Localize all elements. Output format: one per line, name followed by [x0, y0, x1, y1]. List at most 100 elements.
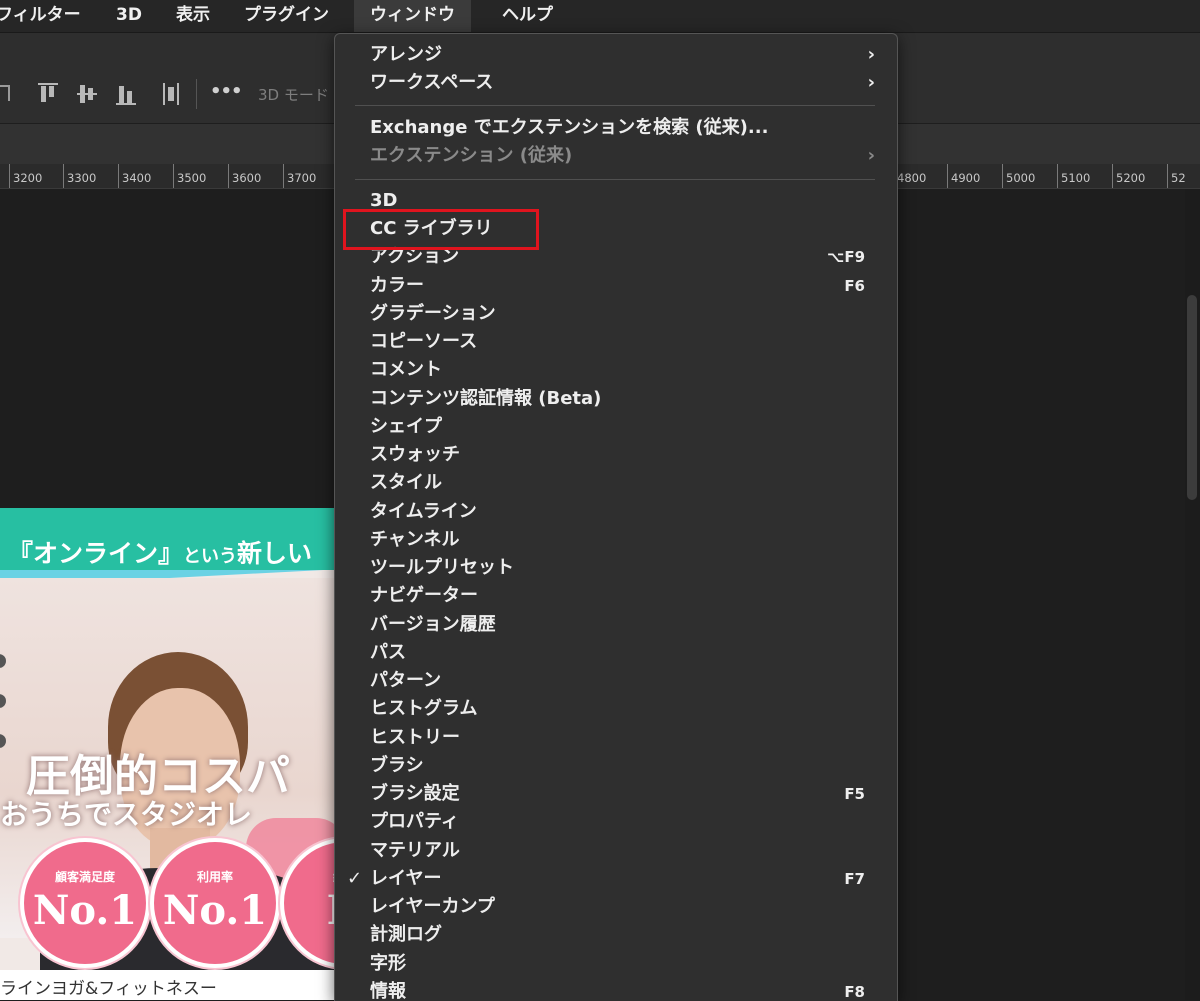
ruler-tick: 3700: [283, 164, 316, 188]
align-top-edges-icon[interactable]: [38, 83, 58, 105]
menu-item-brushes[interactable]: ブラシ: [335, 752, 897, 780]
slider-dot: [0, 694, 6, 708]
menu-item-histogram[interactable]: ヒストグラム: [335, 695, 897, 723]
ruler-tick: 3300: [63, 164, 96, 188]
banner-text: 『オンライン』という新しい: [8, 534, 312, 570]
banner-end: 新しい: [237, 539, 313, 568]
ruler-tick: 3400: [118, 164, 151, 188]
align-vertical-centers-icon[interactable]: [77, 83, 97, 105]
menu-item-layers[interactable]: ✓ レイヤー F7: [335, 865, 897, 893]
menu-item-exchange[interactable]: Exchange でエクステンションを検索 (従来)...: [335, 114, 897, 142]
menu-view[interactable]: 表示: [176, 0, 210, 32]
document-canvas: 『オンライン』という新しい 圧倒的コスパ おうちでスタジオレ 顧客満足度 No.…: [0, 508, 340, 1000]
chevron-right-icon: ›: [867, 72, 875, 93]
menu-item-label: 計測ログ: [370, 924, 442, 945]
ruler-tick: 5200: [1112, 164, 1145, 188]
menu-item-shortcut: F6: [844, 277, 865, 295]
menu-item-label: ブラシ設定: [370, 783, 460, 804]
chevron-right-icon: ›: [867, 44, 875, 65]
menu-item-version-history[interactable]: バージョン履歴: [335, 611, 897, 639]
menu-window[interactable]: ウィンドウ: [354, 0, 471, 32]
checkmark-icon: ✓: [347, 868, 363, 889]
align-left-icon[interactable]: [0, 85, 10, 101]
menu-item-label: パス: [370, 642, 406, 663]
menu-item-label: チャンネル: [370, 529, 460, 550]
menu-help[interactable]: ヘルプ: [502, 0, 553, 32]
menu-item-label: ツールプリセット: [370, 557, 514, 578]
menu-item-info[interactable]: 情報 F8: [335, 978, 897, 1001]
menu-item-content-credentials[interactable]: コンテンツ認証情報 (Beta): [335, 385, 897, 413]
headline-secondary: おうちでスタジオレ: [0, 798, 253, 831]
distribute-icon[interactable]: [163, 83, 181, 105]
menu-item-label: アレンジ: [370, 44, 442, 65]
menu-item-clone-source[interactable]: コピーソース: [335, 328, 897, 356]
menu-item-styles[interactable]: スタイル: [335, 469, 897, 497]
menu-item-tool-presets[interactable]: ツールプリセット: [335, 554, 897, 582]
menu-item-label: コメント: [370, 359, 442, 380]
menu-item-patterns[interactable]: パターン: [335, 667, 897, 695]
badge-usage: 利用率 No.1: [150, 838, 280, 968]
menu-item-label: マテリアル: [370, 840, 460, 861]
more-options-icon[interactable]: •••: [210, 81, 243, 102]
ruler-tick: 5100: [1057, 164, 1090, 188]
menu-item-label: スウォッチ: [370, 444, 460, 465]
footer-text: ラインヨガ&フィットネスー: [0, 979, 217, 999]
document-footer: ラインヨガ&フィットネスー: [0, 970, 340, 1000]
chevron-right-icon: ›: [867, 145, 875, 166]
menu-item-channels[interactable]: チャンネル: [335, 526, 897, 554]
menu-item-paths[interactable]: パス: [335, 639, 897, 667]
menu-item-swatches[interactable]: スウォッチ: [335, 441, 897, 469]
ruler-tick: 3500: [173, 164, 206, 188]
menu-separator: [355, 179, 875, 180]
slider-dot: [0, 654, 6, 668]
badge-label: 顧客満足度: [54, 870, 115, 884]
menu-item-properties[interactable]: プロパティ: [335, 808, 897, 836]
window-menu-dropdown: アレンジ › ワークスペース › Exchange でエクステンションを検索 (…: [334, 33, 898, 1001]
menu-item-label: エクステンション (従来): [370, 145, 573, 166]
menu-item-layer-comps[interactable]: レイヤーカンプ: [335, 893, 897, 921]
menu-item-extensions: エクステンション (従来) ›: [335, 142, 897, 170]
vertical-scrollbar-thumb[interactable]: [1187, 295, 1197, 500]
menu-item-label: ナビゲーター: [370, 585, 478, 606]
menu-item-workspace[interactable]: ワークスペース ›: [335, 69, 897, 97]
banner-small: という: [183, 546, 238, 567]
toolbar-divider: [196, 79, 197, 109]
menu-item-comments[interactable]: コメント: [335, 356, 897, 384]
menu-item-materials[interactable]: マテリアル: [335, 837, 897, 865]
badge-value: No.1: [32, 887, 138, 934]
menu-item-label: レイヤー: [370, 868, 442, 889]
ruler-tick: 52: [1167, 164, 1186, 188]
align-bottom-edges-icon[interactable]: [116, 83, 136, 105]
ruler-tick: 5000: [1002, 164, 1035, 188]
menu-item-label: プロパティ: [370, 811, 459, 832]
3d-mode-label: 3D モード: [258, 86, 329, 104]
menu-item-label: ヒストグラム: [370, 698, 478, 719]
menu-item-label: 字形: [370, 953, 406, 974]
badge-value: No.1: [162, 887, 268, 934]
menu-separator: [355, 105, 875, 106]
menu-item-gradients[interactable]: グラデーション: [335, 300, 897, 328]
menu-filter[interactable]: フィルター: [0, 0, 81, 32]
menu-item-color[interactable]: カラー F6: [335, 272, 897, 300]
menu-item-timeline[interactable]: タイムライン: [335, 498, 897, 526]
menu-item-label: ヒストリー: [370, 727, 460, 748]
menu-plugins[interactable]: プラグイン: [244, 0, 329, 32]
menu-item-shapes[interactable]: シェイプ: [335, 413, 897, 441]
menu-item-brush-settings[interactable]: ブラシ設定 F5: [335, 780, 897, 808]
menu-item-arrange[interactable]: アレンジ ›: [335, 41, 897, 69]
menu-item-label: タイムライン: [370, 501, 477, 522]
slider-dot: [0, 734, 6, 748]
menu-item-navigator[interactable]: ナビゲーター: [335, 582, 897, 610]
menu-item-measurement-log[interactable]: 計測ログ: [335, 921, 897, 949]
menu-item-shortcut: F5: [844, 785, 865, 803]
menu-item-label: レイヤーカンプ: [370, 896, 495, 917]
menu-item-history[interactable]: ヒストリー: [335, 724, 897, 752]
menu-item-label: バージョン履歴: [370, 614, 496, 635]
menu-3d[interactable]: 3D: [116, 0, 142, 32]
menu-item-label: コピーソース: [370, 331, 478, 352]
menu-item-glyphs[interactable]: 字形: [335, 950, 897, 978]
menu-item-shortcut: ⌥F9: [827, 248, 865, 266]
badge-satisfaction: 顧客満足度 No.1: [20, 838, 150, 968]
annotation-highlight-box: [343, 209, 539, 250]
menu-item-label: Exchange でエクステンションを検索 (従来)...: [370, 117, 769, 138]
